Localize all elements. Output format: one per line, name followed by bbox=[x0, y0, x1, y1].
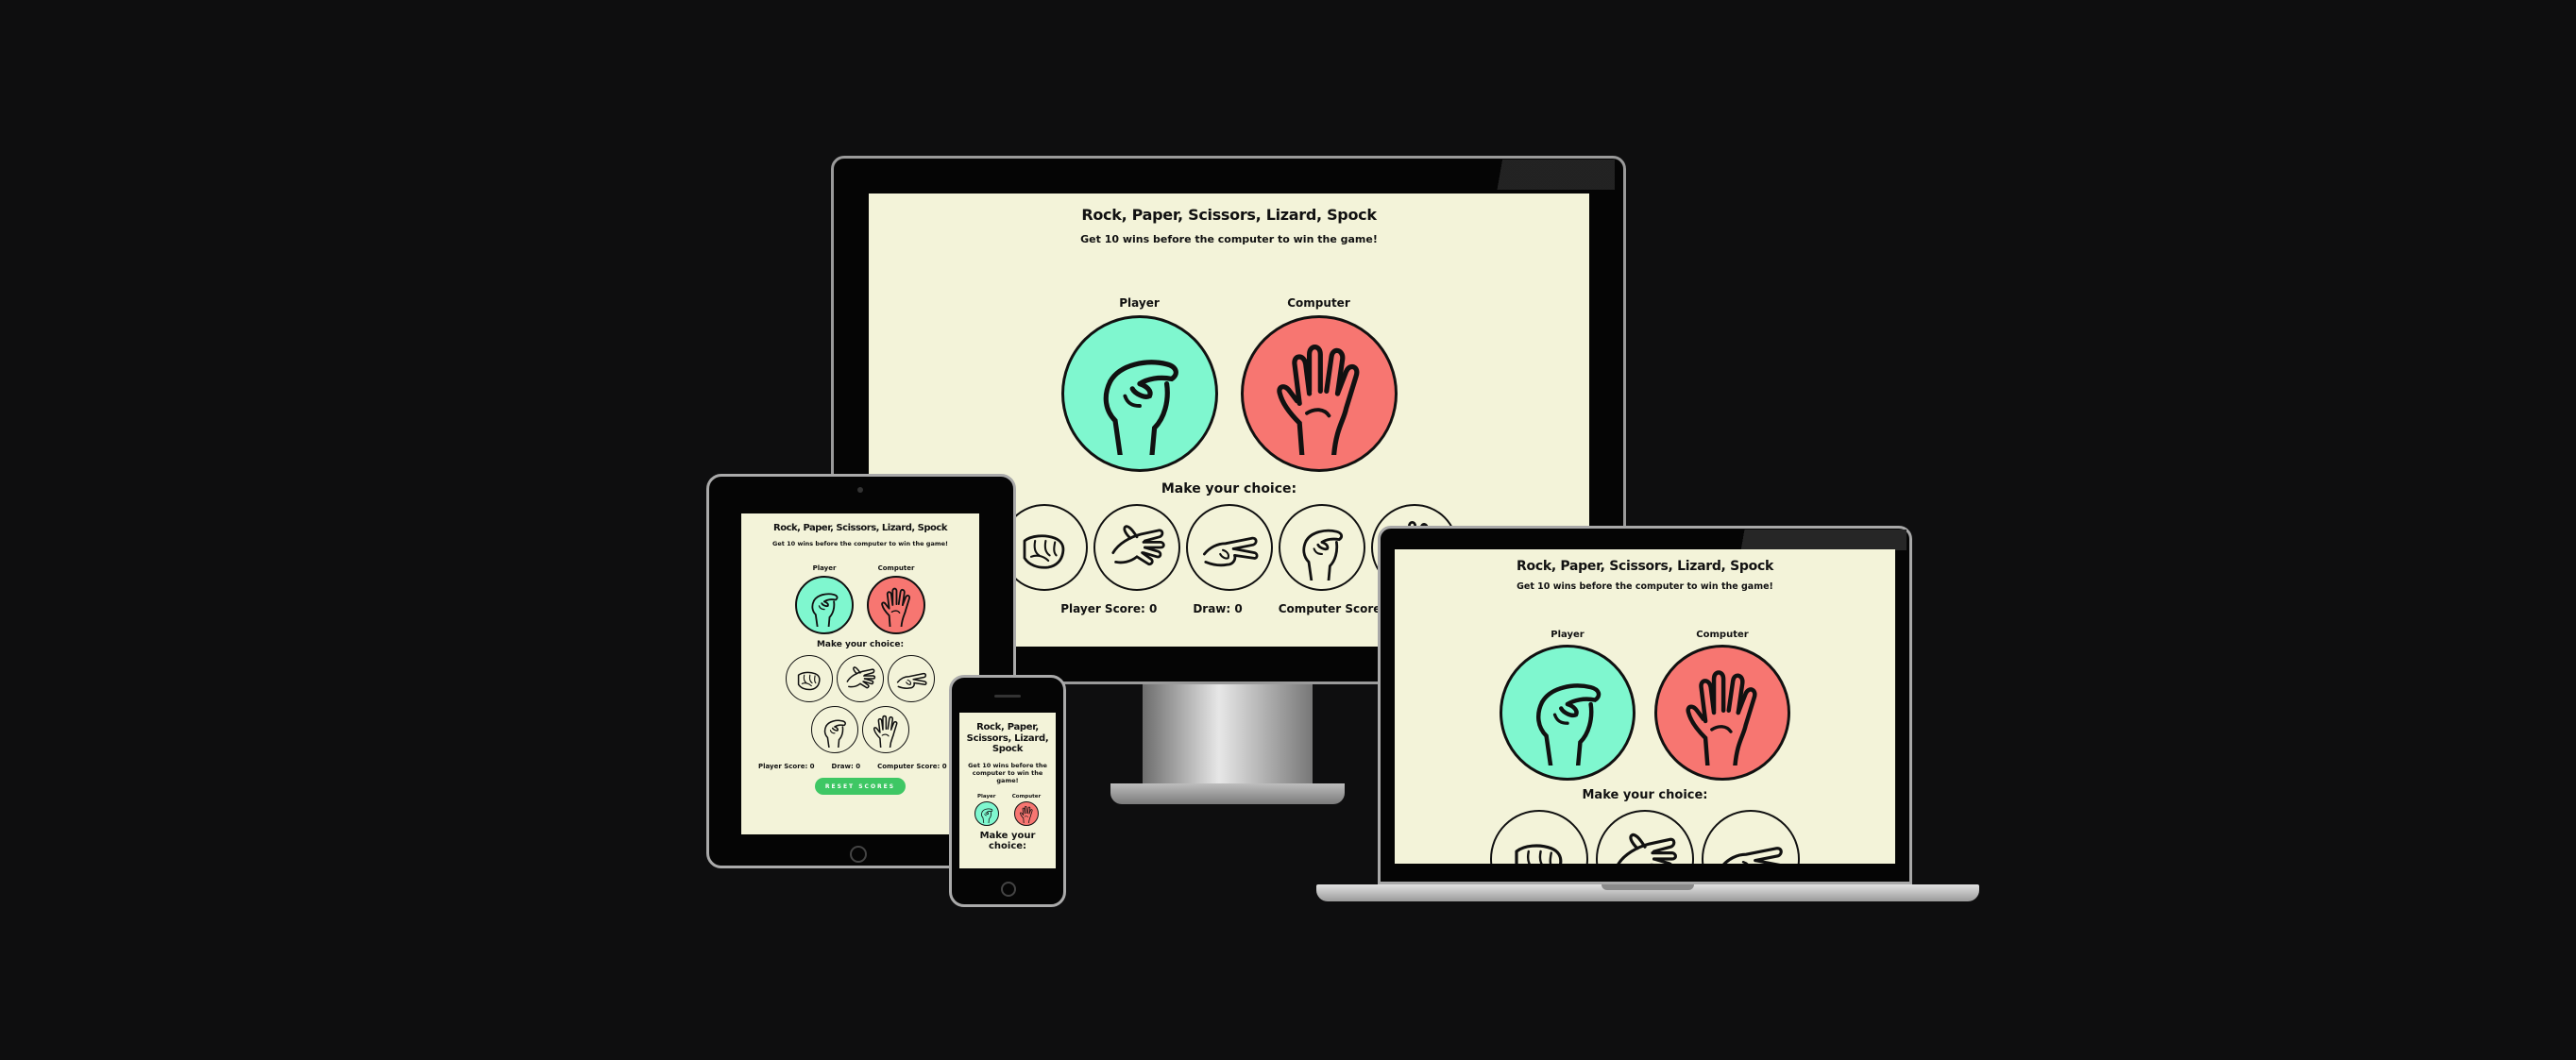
computer-column: Computer bbox=[1240, 296, 1398, 472]
lizard-hand-icon bbox=[1515, 660, 1620, 766]
computer-choice-display bbox=[867, 576, 925, 634]
player-choice-display bbox=[1500, 645, 1635, 781]
players-area: Player Computer bbox=[869, 296, 1589, 472]
paper-button[interactable] bbox=[1093, 504, 1180, 591]
paper-hand-icon bbox=[842, 661, 878, 697]
choice-buttons bbox=[785, 655, 936, 753]
lizard-hand-icon bbox=[977, 804, 996, 823]
laptop-mockup: Rock, Paper, Scissors, Lizard, Spock Get… bbox=[1316, 526, 1979, 911]
player-choice-display bbox=[974, 800, 999, 826]
spock-hand-icon bbox=[1258, 332, 1381, 455]
computer-label: Computer bbox=[1287, 296, 1350, 310]
page-title: Rock, Paper, Scissors, Lizard, Spock bbox=[1517, 559, 1773, 574]
players-area: Player Computer bbox=[741, 564, 979, 634]
scissors-button[interactable] bbox=[888, 655, 935, 702]
computer-choice-display bbox=[1240, 315, 1398, 472]
paper-button[interactable] bbox=[837, 655, 884, 702]
rock-button[interactable] bbox=[786, 655, 833, 702]
rock-hand-icon bbox=[1501, 821, 1577, 864]
computer-column: Computer bbox=[1654, 630, 1790, 781]
phone-mockup: Rock, Paper, Scissors, Lizard, Spock Get… bbox=[949, 675, 1066, 907]
computer-column: Computer bbox=[867, 564, 925, 634]
phone-home-button[interactable] bbox=[1001, 882, 1016, 897]
player-choice-display bbox=[1060, 315, 1218, 472]
phone-speaker bbox=[994, 695, 1021, 698]
tablet-screen: Rock, Paper, Scissors, Lizard, Spock Get… bbox=[741, 513, 979, 834]
computer-choice-display bbox=[1654, 645, 1790, 781]
phone-screen: Rock, Paper, Scissors, Lizard, Spock Get… bbox=[959, 713, 1056, 868]
monitor-neck bbox=[1143, 684, 1313, 788]
spock-hand-icon bbox=[1669, 660, 1775, 766]
paper-hand-icon bbox=[1104, 514, 1170, 580]
laptop-notch bbox=[1602, 884, 1694, 890]
tablet-home-button[interactable] bbox=[850, 846, 867, 863]
player-column: Player bbox=[1060, 296, 1218, 472]
make-choice-heading: Make your choice: bbox=[979, 830, 1036, 852]
rock-button[interactable] bbox=[1490, 810, 1588, 864]
monitor-foot bbox=[1110, 783, 1345, 804]
scissors-hand-icon bbox=[1713, 821, 1788, 864]
choice-buttons bbox=[1395, 810, 1895, 864]
player-label: Player bbox=[812, 564, 837, 572]
reset-scores-button[interactable]: RESET SCORES bbox=[815, 778, 906, 795]
computer-score: Computer Score: 0 bbox=[877, 763, 947, 770]
lizard-button[interactable] bbox=[811, 706, 858, 753]
laptop-glare bbox=[1708, 530, 1907, 550]
computer-column: Computer bbox=[1012, 794, 1041, 826]
player-column: Player bbox=[974, 794, 999, 826]
lizard-hand-icon bbox=[817, 712, 853, 748]
scissors-button[interactable] bbox=[1186, 504, 1273, 591]
player-score: Player Score: 0 bbox=[1060, 602, 1158, 615]
scissors-hand-icon bbox=[1196, 514, 1263, 580]
paper-button[interactable] bbox=[1596, 810, 1694, 864]
monitor-glare bbox=[1473, 160, 1615, 190]
page-title: Rock, Paper, Scissors, Lizard, Spock bbox=[1081, 206, 1377, 224]
player-choice-display bbox=[795, 576, 854, 634]
computer-label: Computer bbox=[1011, 793, 1042, 799]
player-column: Player bbox=[795, 564, 854, 634]
paper-hand-icon bbox=[1607, 821, 1683, 864]
spock-hand-icon bbox=[874, 583, 918, 627]
rock-hand-icon bbox=[791, 661, 827, 697]
tablet-camera bbox=[857, 487, 863, 493]
lizard-hand-icon bbox=[1078, 332, 1201, 455]
scissors-button[interactable] bbox=[1702, 810, 1800, 864]
computer-choice-display bbox=[1013, 800, 1039, 826]
make-choice-heading: Make your choice: bbox=[1582, 788, 1708, 802]
scissors-hand-icon bbox=[893, 661, 929, 697]
spock-hand-icon bbox=[1017, 804, 1036, 823]
players-area: Player Computer bbox=[959, 794, 1056, 826]
rock-hand-icon bbox=[1011, 514, 1077, 580]
computer-label: Computer bbox=[877, 564, 915, 572]
scoreboard: Player Score: 0 Draw: 0 Computer Score: … bbox=[741, 763, 979, 770]
page-subtitle: Get 10 wins before the computer to win t… bbox=[968, 761, 1047, 785]
draw-score: Draw: 0 bbox=[1193, 602, 1243, 615]
page-title: Rock, Paper, Scissors, Lizard, Spock bbox=[966, 722, 1049, 754]
page-subtitle: Get 10 wins before the computer to win t… bbox=[772, 540, 948, 547]
laptop-screen: Rock, Paper, Scissors, Lizard, Spock Get… bbox=[1395, 549, 1895, 864]
player-label: Player bbox=[977, 793, 996, 799]
players-area: Player Computer bbox=[1395, 630, 1895, 781]
page-title: Rock, Paper, Scissors, Lizard, Spock bbox=[773, 523, 947, 533]
player-score: Player Score: 0 bbox=[758, 763, 815, 770]
player-label: Player bbox=[1119, 296, 1160, 310]
lizard-hand-icon bbox=[803, 583, 846, 627]
spock-hand-icon bbox=[868, 712, 904, 748]
page-subtitle: Get 10 wins before the computer to win t… bbox=[1080, 233, 1378, 245]
spock-button[interactable] bbox=[862, 706, 909, 753]
make-choice-heading: Make your choice: bbox=[816, 640, 905, 649]
player-label: Player bbox=[1551, 630, 1585, 640]
player-column: Player bbox=[1500, 630, 1635, 781]
computer-label: Computer bbox=[1696, 630, 1749, 640]
draw-score: Draw: 0 bbox=[831, 763, 861, 770]
page-subtitle: Get 10 wins before the computer to win t… bbox=[1517, 581, 1773, 592]
